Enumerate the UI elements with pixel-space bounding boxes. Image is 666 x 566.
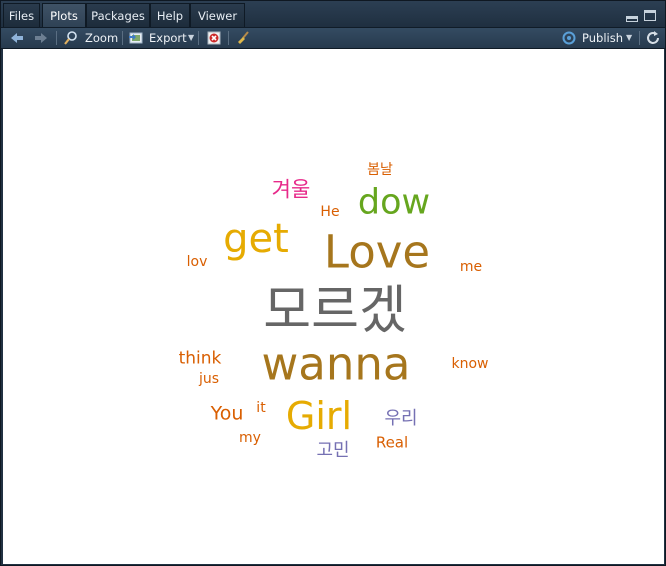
wordcloud-word: my — [239, 430, 261, 446]
tab-viewer[interactable]: Viewer — [190, 3, 245, 27]
toolbar-divider — [56, 31, 57, 45]
broom-clear-icon[interactable] — [235, 30, 251, 46]
tab-plots[interactable]: Plots — [42, 3, 86, 27]
zoom-magnifier-icon — [64, 31, 77, 45]
maximize-pane-icon[interactable] — [644, 10, 656, 21]
publish-label: Publish — [582, 31, 623, 45]
export-image-icon — [129, 32, 143, 44]
plots-pane: Files Plots Packages Help Viewer Zoom Ex… — [0, 0, 666, 566]
wordcloud-word: 고민 — [316, 440, 350, 461]
export-dropdown[interactable]: Export ▼ — [128, 28, 195, 48]
remove-plot-icon[interactable] — [206, 30, 222, 46]
wordcloud-word: dow — [357, 182, 431, 223]
refresh-icon[interactable] — [645, 30, 661, 46]
wordcloud-word: it — [256, 400, 266, 416]
wordcloud-word: He — [320, 204, 340, 220]
pane-tab-bar: Files Plots Packages Help Viewer — [1, 1, 665, 28]
wordcloud-word: Real — [375, 433, 409, 452]
wordcloud-word: wanna — [261, 337, 411, 391]
wordcloud-word: lov — [186, 254, 208, 270]
tab-help[interactable]: Help — [150, 3, 190, 27]
wordcloud-word: 겨울 — [271, 177, 311, 202]
wordcloud-word: You — [210, 402, 244, 425]
toolbar-divider — [198, 31, 199, 45]
zoom-label: Zoom — [85, 31, 119, 45]
wordcloud-word: 모르겠 — [263, 281, 407, 341]
chevron-down-icon: ▼ — [188, 33, 195, 42]
toolbar-divider — [639, 31, 640, 45]
wordcloud-word: 봄날 — [367, 162, 393, 178]
export-label: Export — [149, 31, 187, 45]
wordcloud-word: jus — [198, 371, 220, 387]
publish-icon — [562, 31, 576, 45]
wordcloud-word: get — [223, 216, 289, 262]
wordcloud-word: Love — [323, 225, 431, 279]
forward-arrow-icon[interactable] — [33, 30, 49, 46]
plots-toolbar: Zoom Export ▼ Publish ▼ — [1, 28, 665, 49]
toolbar-divider — [122, 31, 123, 45]
wordcloud-word: Girl — [285, 394, 353, 438]
minimize-pane-icon[interactable] — [626, 16, 638, 22]
tab-files[interactable]: Files — [3, 3, 40, 27]
toolbar-divider — [228, 31, 229, 45]
wordcloud-word: me — [459, 259, 483, 275]
chevron-down-icon: ▼ — [626, 33, 633, 42]
wordcloud-word: think — [178, 348, 222, 369]
wordcloud-word: know — [451, 356, 489, 372]
tab-packages[interactable]: Packages — [86, 3, 150, 27]
back-arrow-icon[interactable] — [9, 30, 25, 46]
wordcloud-word: 우리 — [384, 408, 418, 429]
plot-area: 모르겠 wanna Love get Girl dow 겨울 봄날 He lov… — [3, 49, 664, 564]
publish-dropdown[interactable]: Publish ▼ — [561, 28, 633, 48]
